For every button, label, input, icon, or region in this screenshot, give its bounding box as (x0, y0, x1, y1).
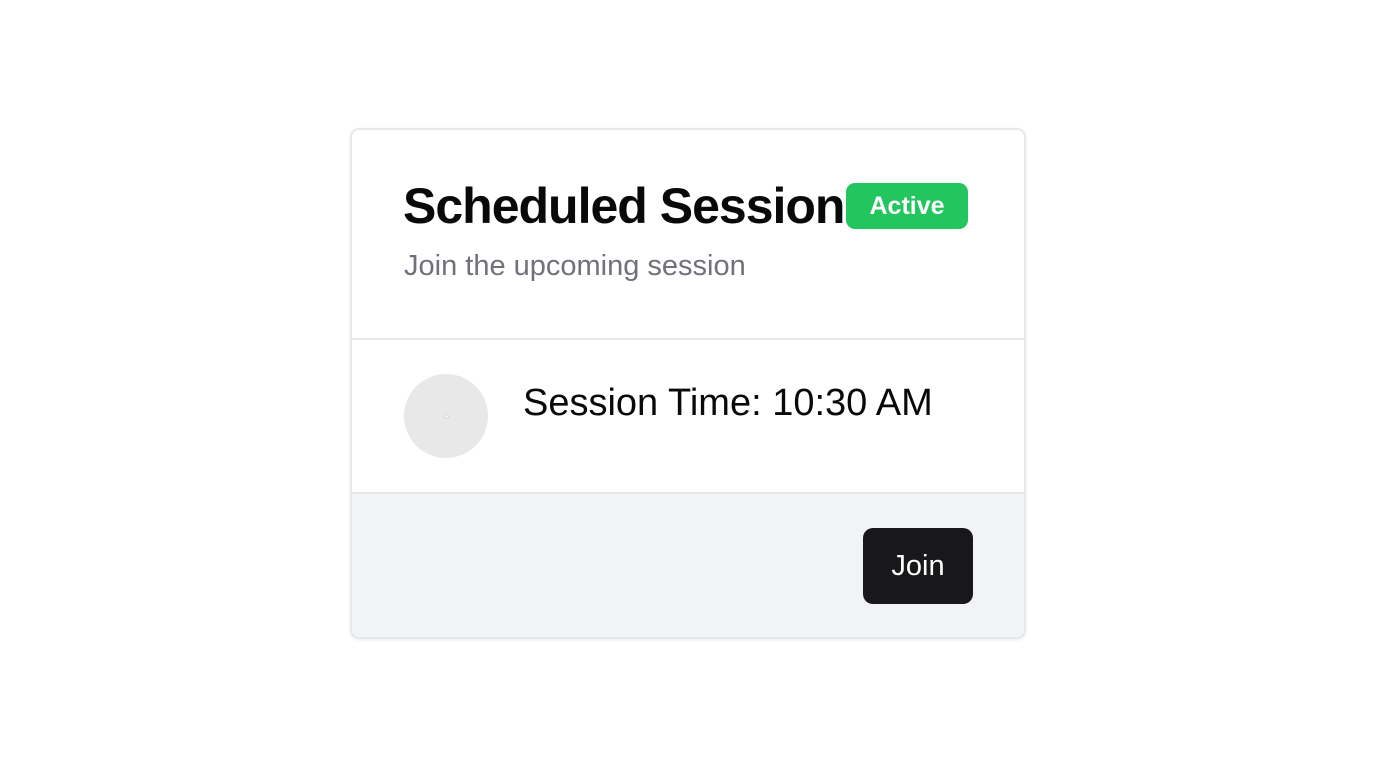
session-card: Scheduled Session Active Join the upcomi… (350, 128, 1026, 639)
avatar (404, 374, 488, 458)
card-content: Session Time: 10:30 AM (352, 340, 1024, 494)
session-time: Session Time: 10:30 AM (523, 382, 933, 424)
avatar-placeholder-icon (443, 413, 449, 419)
status-badge: Active (846, 183, 968, 229)
card-subtitle: Join the upcoming session (404, 250, 746, 282)
title-row: Scheduled Session Active (403, 180, 968, 232)
card-header: Scheduled Session Active Join the upcomi… (352, 130, 1024, 340)
join-button[interactable]: Join (863, 528, 973, 604)
card-footer: Join (352, 494, 1024, 637)
card-title: Scheduled Session (403, 178, 845, 234)
